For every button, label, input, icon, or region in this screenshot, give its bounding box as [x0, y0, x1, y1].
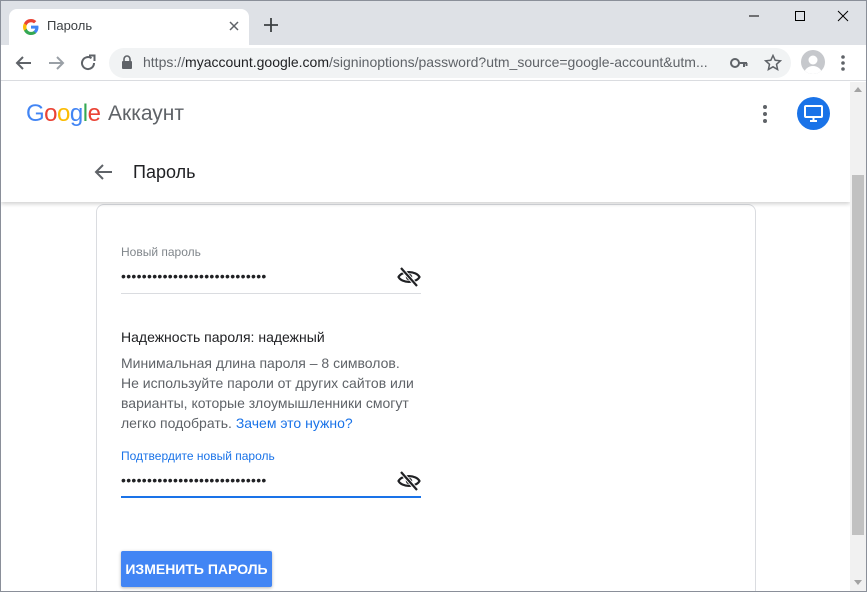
- confirm-password-underline: [121, 496, 421, 498]
- vertical-scrollbar[interactable]: [850, 82, 866, 591]
- browser-toolbar: https://myaccount.google.com/signinoptio…: [1, 45, 866, 81]
- url-scheme: https://: [143, 54, 186, 70]
- more-options-icon[interactable]: [761, 103, 769, 125]
- address-bar[interactable]: https://myaccount.google.com/signinoptio…: [109, 48, 791, 78]
- scroll-down-icon[interactable]: [854, 580, 862, 585]
- browser-menu-icon[interactable]: [839, 51, 847, 75]
- close-icon: [837, 10, 849, 22]
- google-logo[interactable]: Google: [26, 100, 101, 128]
- url-path: /signinoptions/password?utm_source=googl…: [329, 54, 708, 70]
- profile-avatar[interactable]: [801, 50, 825, 74]
- account-avatar[interactable]: [797, 97, 830, 130]
- change-password-button[interactable]: ИЗМЕНИТЬ ПАРОЛЬ: [121, 551, 272, 587]
- monitor-icon: [804, 105, 823, 122]
- product-name: Аккаунт: [108, 102, 185, 125]
- page-title: Пароль: [133, 162, 196, 182]
- new-password-underline: [121, 293, 421, 294]
- key-icon[interactable]: [730, 55, 748, 71]
- forward-arrow-icon[interactable]: [44, 51, 68, 75]
- back-arrow-icon[interactable]: [94, 162, 114, 182]
- logo-letter: o: [44, 100, 58, 127]
- password-hint: Минимальная длина пароля – 8 символов. Н…: [121, 353, 421, 433]
- maximize-button[interactable]: [777, 1, 823, 31]
- logo-letter: G: [26, 100, 45, 127]
- new-tab-icon[interactable]: [261, 15, 281, 35]
- star-icon[interactable]: [764, 54, 782, 72]
- new-password-label: Новый пароль: [121, 245, 201, 259]
- logo-letter: e: [87, 100, 101, 127]
- scroll-up-icon[interactable]: [854, 87, 862, 92]
- password-strength: Надежность пароля: надежный: [121, 329, 325, 345]
- url-host: myaccount.google.com: [185, 54, 329, 70]
- password-form-card: Новый пароль •••••••••••••••••••••••••••…: [96, 204, 756, 591]
- browser-tab[interactable]: Пароль: [9, 9, 249, 45]
- close-tab-icon[interactable]: [225, 17, 243, 35]
- confirm-password-label: Подтвердите новый пароль: [121, 449, 275, 463]
- person-icon: [804, 55, 822, 74]
- logo-letter: g: [69, 100, 83, 127]
- strength-label: Надежность пароля:: [121, 329, 255, 345]
- tab-strip: Пароль: [1, 1, 866, 45]
- page-content: Google Аккаунт Пароль Новый пароль •••••…: [1, 82, 850, 591]
- maximize-icon: [795, 11, 805, 21]
- browser-window: Пароль https://myaccount.google.com/sign…: [0, 0, 867, 592]
- lock-icon[interactable]: [121, 55, 133, 70]
- visibility-off-icon[interactable]: [397, 470, 421, 492]
- confirm-password-input[interactable]: ••••••••••••••••••••••••••••: [121, 472, 267, 488]
- tab-title: Пароль: [47, 18, 93, 33]
- google-favicon-icon: [23, 19, 39, 35]
- logo-letter: o: [57, 100, 70, 127]
- visibility-off-icon[interactable]: [397, 266, 421, 288]
- url-text[interactable]: https://myaccount.google.com/signinoptio…: [143, 54, 723, 70]
- minimize-button[interactable]: [731, 1, 777, 31]
- back-arrow-icon[interactable]: [12, 51, 36, 75]
- app-header: Google Аккаунт Пароль: [1, 82, 850, 202]
- minimize-icon: [749, 15, 759, 17]
- reload-icon[interactable]: [76, 51, 100, 75]
- new-password-input[interactable]: ••••••••••••••••••••••••••••: [121, 268, 267, 284]
- scrollbar-thumb[interactable]: [852, 175, 864, 535]
- strength-value: надежный: [254, 329, 325, 345]
- why-needed-link[interactable]: Зачем это нужно?: [236, 415, 353, 431]
- close-window-button[interactable]: [820, 1, 866, 31]
